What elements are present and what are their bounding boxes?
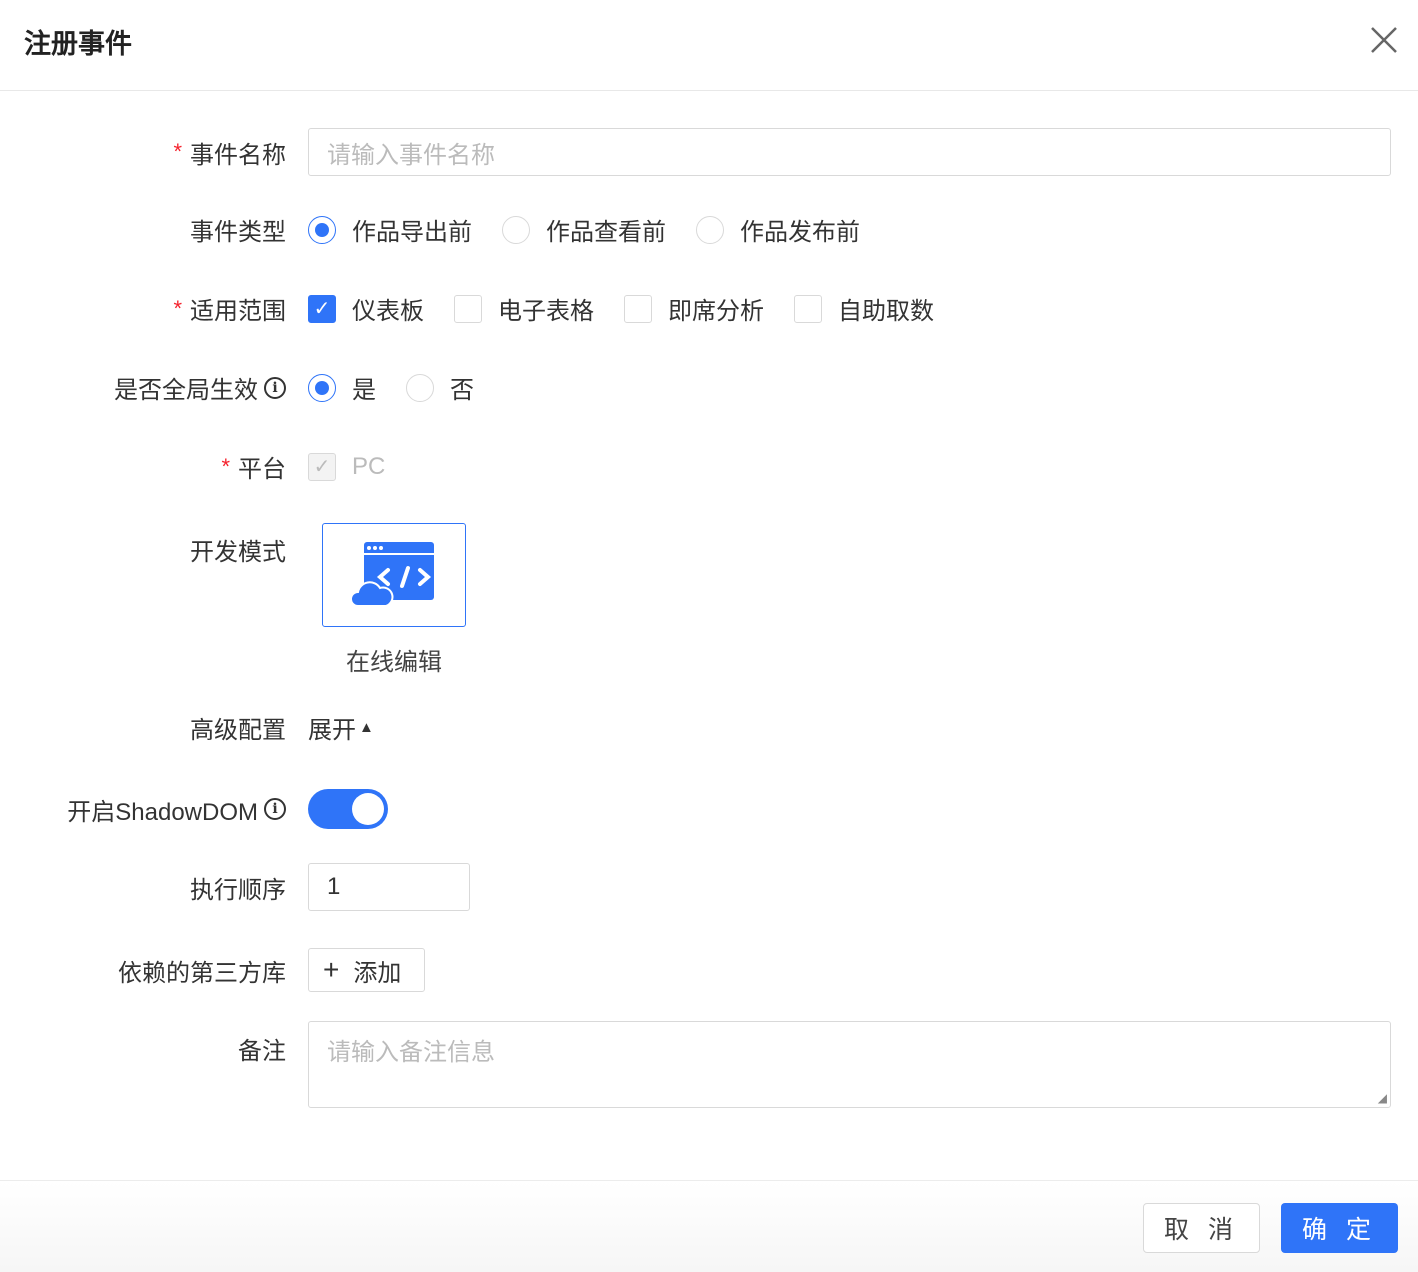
add-dependency-button[interactable]: + 添加 [308, 948, 425, 992]
required-mark: * [173, 295, 182, 321]
placeholder: 请输入备注信息 [327, 1039, 495, 1066]
shadowdom-switch[interactable] [308, 789, 388, 829]
devmode-label: 开发模式 [190, 539, 286, 566]
event-name-label: 事件名称 [190, 141, 286, 169]
info-icon[interactable]: i [264, 376, 286, 399]
dialog-header: 注册事件 [0, 0, 1418, 91]
checkbox[interactable] [454, 294, 482, 323]
option-label: 作品查看前 [546, 219, 666, 246]
option-label: 仪表板 [352, 298, 424, 325]
close-icon[interactable] [1368, 24, 1400, 56]
shadowdom-row: 开启ShadowDOM i [0, 789, 1418, 829]
event-type-label: 事件类型 [190, 219, 286, 246]
radio-publish[interactable]: 作品发布前 [696, 212, 860, 247]
add-label: 添加 [353, 959, 402, 987]
event-type-row: 事件类型 作品导出前 作品查看前 作品发布前 [0, 212, 1418, 247]
option-label: PC [352, 452, 386, 480]
checkbox-dashboard[interactable]: ✓ 仪表板 [308, 291, 424, 326]
dialog-footer: 取 消 确 定 [0, 1180, 1418, 1272]
global-label: 是否全局生效 [114, 377, 258, 404]
option-label: 作品导出前 [352, 219, 472, 246]
option-label: 电子表格 [498, 298, 594, 325]
confirm-button[interactable]: 确 定 [1281, 1203, 1398, 1253]
checkbox-pc: ✓ PC [308, 452, 386, 481]
option-label: 即席分析 [668, 298, 764, 325]
deps-row: 依赖的第三方库 + 添加 [0, 948, 1418, 992]
radio[interactable] [406, 373, 434, 402]
shadowdom-label: 开启ShadowDOM [67, 798, 258, 826]
radio[interactable] [308, 373, 336, 402]
remark-row: 备注 请输入备注信息 ◢ [0, 1021, 1418, 1108]
plus-icon: + [323, 954, 340, 985]
remark-textarea[interactable]: 请输入备注信息 ◢ [308, 1021, 1391, 1108]
global-row: 是否全局生效 i 是 否 [0, 370, 1418, 405]
advanced-label: 高级配置 [190, 717, 286, 744]
event-name-row: * 事件名称 请输入事件名称 [0, 128, 1418, 176]
radio[interactable] [696, 215, 724, 244]
placeholder: 请输入事件名称 [327, 141, 495, 169]
event-name-input[interactable]: 请输入事件名称 [308, 128, 1391, 176]
online-edit-label: 在线编辑 [346, 649, 442, 676]
checkbox-adhoc[interactable]: 即席分析 [624, 291, 764, 326]
order-label: 执行顺序 [190, 876, 286, 904]
checkbox[interactable] [794, 294, 822, 323]
cancel-button[interactable]: 取 消 [1143, 1203, 1260, 1253]
radio-view[interactable]: 作品查看前 [502, 212, 666, 247]
option-label: 自助取数 [838, 298, 934, 325]
devmode-row: 开发模式 [0, 532, 1418, 567]
option-label: 是 [352, 377, 376, 404]
radio-export[interactable]: 作品导出前 [308, 212, 472, 247]
check-icon[interactable]: ✓ [308, 294, 336, 323]
platform-row: * 平台 ✓ PC [0, 449, 1418, 484]
order-row: 执行顺序 1 [0, 863, 1418, 911]
remark-label: 备注 [238, 1038, 286, 1065]
option-label: 否 [450, 377, 474, 404]
deps-label: 依赖的第三方库 [118, 959, 286, 987]
scope-row: * 适用范围 ✓ 仪表板 电子表格 即席分析 自助取数 [0, 291, 1418, 326]
option-label: 作品发布前 [740, 219, 860, 246]
radio-no[interactable]: 否 [406, 370, 474, 405]
expand-toggle[interactable]: 展开 ▲ [308, 710, 374, 745]
order-input[interactable]: 1 [308, 863, 470, 911]
advanced-row: 高级配置 展开 ▲ [0, 710, 1418, 745]
resize-handle-icon[interactable]: ◢ [1378, 1091, 1387, 1105]
caret-up-icon: ▲ [359, 719, 374, 736]
radio[interactable] [502, 215, 530, 244]
scope-label: 适用范围 [190, 298, 286, 325]
online-edit-card[interactable] [322, 523, 466, 627]
required-mark: * [173, 139, 182, 164]
radio[interactable] [308, 215, 336, 244]
required-mark: * [221, 453, 230, 479]
info-icon[interactable]: i [264, 798, 286, 820]
platform-label: 平台 [238, 456, 286, 483]
radio-yes[interactable]: 是 [308, 370, 376, 405]
dialog-title: 注册事件 [24, 29, 132, 59]
checkbox-spreadsheet[interactable]: 电子表格 [454, 291, 594, 326]
checkbox[interactable] [624, 294, 652, 323]
expand-label[interactable]: 展开 [308, 710, 356, 745]
check-icon: ✓ [308, 452, 336, 481]
order-value: 1 [327, 873, 341, 900]
checkbox-selfservice[interactable]: 自助取数 [794, 291, 934, 326]
code-cloud-icon [352, 542, 434, 607]
